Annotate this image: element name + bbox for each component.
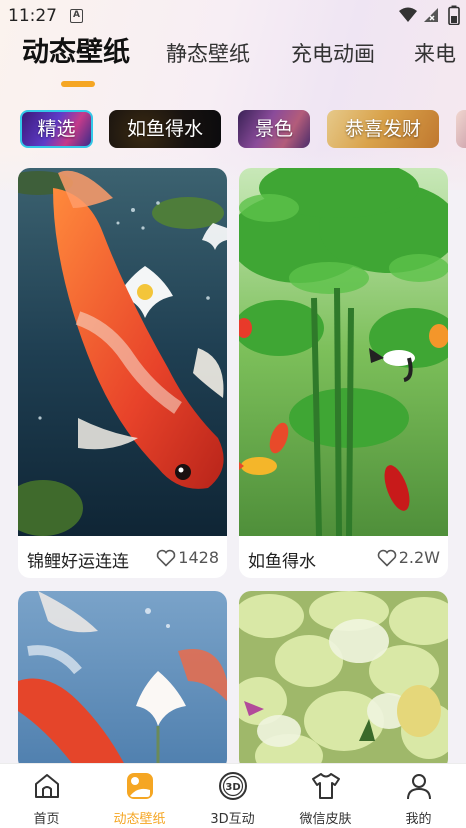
- wallpaper-card[interactable]: [18, 591, 227, 771]
- wallpaper-thumbnail-koi-lotus: [18, 591, 227, 771]
- subcategory-chips: 精选 如鱼得水 景色 恭喜发财: [0, 110, 466, 150]
- wallpaper-card[interactable]: 如鱼得水 2.2W: [239, 168, 448, 578]
- wallpaper-card[interactable]: 锦鲤好运连连 1428: [18, 168, 227, 578]
- tab-live-wallpaper[interactable]: 动态壁纸: [22, 35, 130, 71]
- tab-static-wallpaper[interactable]: 静态壁纸: [166, 36, 250, 72]
- wallpaper-thumbnail-bamboo: [239, 168, 448, 536]
- like-count[interactable]: 1428: [156, 548, 219, 567]
- tshirt-icon: [311, 773, 340, 799]
- battery-icon: [448, 5, 460, 25]
- like-count-value: 1428: [178, 548, 219, 567]
- 3d-icon: 3D: [218, 772, 247, 800]
- nav-profile[interactable]: 我的: [372, 770, 465, 827]
- chip-label: 景色: [254, 118, 293, 140]
- bottom-navigation: 首页 动态壁纸 3D 3D互动 微信皮肤 我的: [0, 763, 466, 828]
- chip-featured[interactable]: 精选: [20, 110, 93, 148]
- category-tabs: 动态壁纸 静态壁纸 充电动画 来电: [0, 36, 466, 96]
- heart-icon: [157, 549, 176, 567]
- chip-label: 恭喜发财: [344, 118, 421, 140]
- chip-good-fortune[interactable]: 恭喜发财: [327, 110, 439, 148]
- nav-live-wallpaper[interactable]: 动态壁纸: [93, 770, 186, 827]
- nav-3d-interactive[interactable]: 3D 3D互动: [186, 770, 279, 827]
- chip-label: 如鱼得水: [126, 118, 203, 140]
- status-time: 11:27: [8, 6, 57, 26]
- svg-text:3D: 3D: [225, 782, 240, 793]
- sim-indicator-icon: A: [70, 9, 83, 23]
- tab-incoming-call[interactable]: 来电: [414, 36, 456, 72]
- chip-fish-in-water[interactable]: 如鱼得水: [109, 110, 221, 148]
- nav-label: 动态壁纸: [113, 812, 166, 827]
- chip-more[interactable]: [456, 110, 466, 148]
- nav-label: 我的: [405, 812, 432, 827]
- status-bar: 11:27 A: [0, 0, 466, 32]
- person-icon: [406, 774, 431, 800]
- signal-icon: [424, 8, 438, 22]
- nav-label: 3D互动: [210, 812, 255, 827]
- like-count[interactable]: 2.2W: [377, 548, 440, 567]
- wallpaper-thumbnail-koi: [18, 168, 227, 536]
- active-tab-indicator: [61, 81, 95, 87]
- nav-home[interactable]: 首页: [0, 770, 93, 827]
- nav-label: 首页: [33, 812, 60, 827]
- wifi-icon: [399, 7, 417, 22]
- chip-scenery[interactable]: 景色: [238, 110, 310, 148]
- wallpaper-title: 锦鲤好运连连: [27, 552, 129, 572]
- like-count-value: 2.2W: [398, 548, 440, 567]
- wallpaper-title: 如鱼得水: [248, 552, 316, 572]
- nav-wechat-skin[interactable]: 微信皮肤: [279, 770, 372, 827]
- heart-icon: [377, 549, 397, 567]
- tab-charging-animation[interactable]: 充电动画: [291, 36, 375, 72]
- nav-label: 微信皮肤: [299, 812, 352, 827]
- live-wallpaper-icon: [126, 773, 153, 799]
- wallpaper-card[interactable]: [239, 591, 448, 771]
- wallpaper-thumbnail-pebbles: [239, 591, 448, 771]
- home-icon: [34, 774, 59, 798]
- chip-label: 精选: [37, 118, 76, 140]
